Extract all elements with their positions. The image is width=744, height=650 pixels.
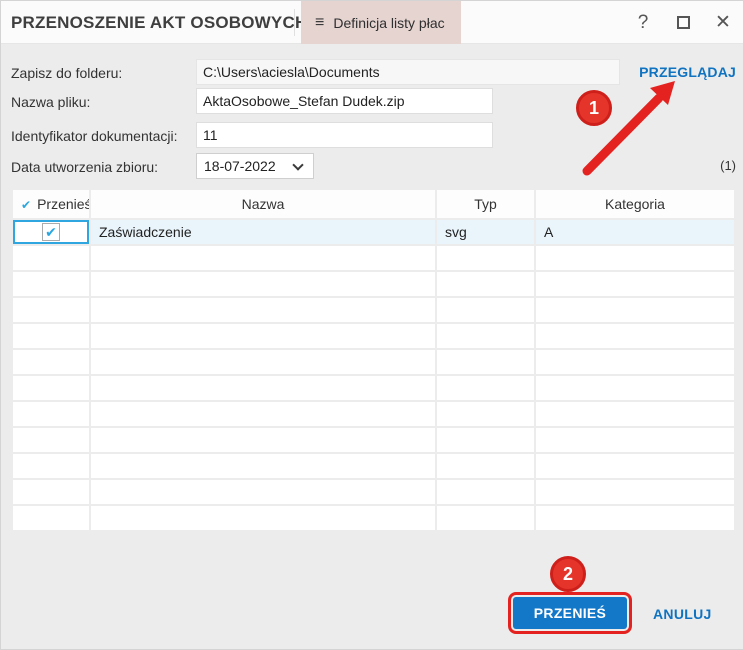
documents-table: ✔Przenieś Nazwa Typ Kategoria ✔ Zaświadc… — [11, 188, 736, 532]
help-icon: ? — [638, 12, 649, 34]
table-row-empty — [13, 480, 734, 504]
creation-date-dropdown[interactable]: 18-07-2022 — [196, 153, 314, 179]
maximize-icon — [677, 16, 690, 29]
table-row-empty — [13, 402, 734, 426]
save-folder-input[interactable] — [196, 59, 620, 85]
label-file-name: Nazwa pliku: — [11, 94, 90, 110]
tab-label: Definicja listy płac — [333, 15, 444, 31]
annotation-step-2: 2 — [550, 556, 586, 592]
window-controls: ? ✕ — [623, 1, 743, 44]
tab-definicja-listy-plac[interactable]: ≡ Definicja listy płac — [301, 1, 461, 44]
table-row-empty — [13, 298, 734, 322]
table-row-empty — [13, 428, 734, 452]
row-checkbox-cell[interactable]: ✔ — [13, 220, 89, 244]
cell-kategoria[interactable]: A — [536, 220, 734, 244]
label-save-folder: Zapisz do folderu: — [11, 65, 122, 81]
creation-date-value: 18-07-2022 — [204, 158, 276, 174]
check-icon: ✔ — [21, 198, 31, 212]
table-row-empty — [13, 272, 734, 296]
titlebar: PRZENOSZENIE AKT OSOBOWYCH ≡ Definicja l… — [1, 1, 743, 44]
dialog-title: PRZENOSZENIE AKT OSOBOWYCH — [11, 1, 307, 44]
label-creation-date: Data utworzenia zbioru: — [11, 159, 158, 175]
titlebar-divider — [294, 9, 295, 36]
cell-typ[interactable]: svg — [437, 220, 534, 244]
column-header-typ[interactable]: Typ — [437, 190, 534, 218]
label-doc-id: Identyfikator dokumentacji: — [11, 128, 178, 144]
file-name-input[interactable] — [196, 88, 493, 114]
table-header-row: ✔Przenieś Nazwa Typ Kategoria — [13, 190, 734, 218]
dialog-window: PRZENOSZENIE AKT OSOBOWYCH ≡ Definicja l… — [0, 0, 744, 650]
annotation-arrow — [571, 71, 691, 181]
annotation-step-1: 1 — [576, 90, 612, 126]
column-header-kategoria[interactable]: Kategoria — [536, 190, 734, 218]
row-count-badge: (1) — [720, 158, 736, 173]
column-header-nazwa[interactable]: Nazwa — [91, 190, 435, 218]
close-icon: ✕ — [715, 11, 731, 34]
doc-id-input[interactable] — [196, 122, 493, 148]
menu-icon: ≡ — [315, 14, 324, 32]
cell-nazwa[interactable]: Zaświadczenie — [91, 220, 435, 244]
table-row-empty — [13, 324, 734, 348]
table-row-empty — [13, 246, 734, 270]
cancel-button[interactable]: ANULUJ — [653, 606, 712, 622]
transfer-button[interactable]: PRZENIEŚ — [513, 597, 627, 629]
close-button[interactable]: ✕ — [703, 1, 743, 44]
chevron-down-icon — [292, 159, 303, 170]
table-row-empty — [13, 376, 734, 400]
table-row-empty — [13, 454, 734, 478]
help-button[interactable]: ? — [623, 1, 663, 44]
checkbox-checked[interactable]: ✔ — [42, 223, 60, 241]
table-row-empty — [13, 506, 734, 530]
column-header-przenies[interactable]: ✔Przenieś — [13, 190, 89, 218]
table-row-empty — [13, 350, 734, 374]
table-row: ✔ Zaświadczenie svg A — [13, 220, 734, 244]
maximize-button[interactable] — [663, 1, 703, 44]
